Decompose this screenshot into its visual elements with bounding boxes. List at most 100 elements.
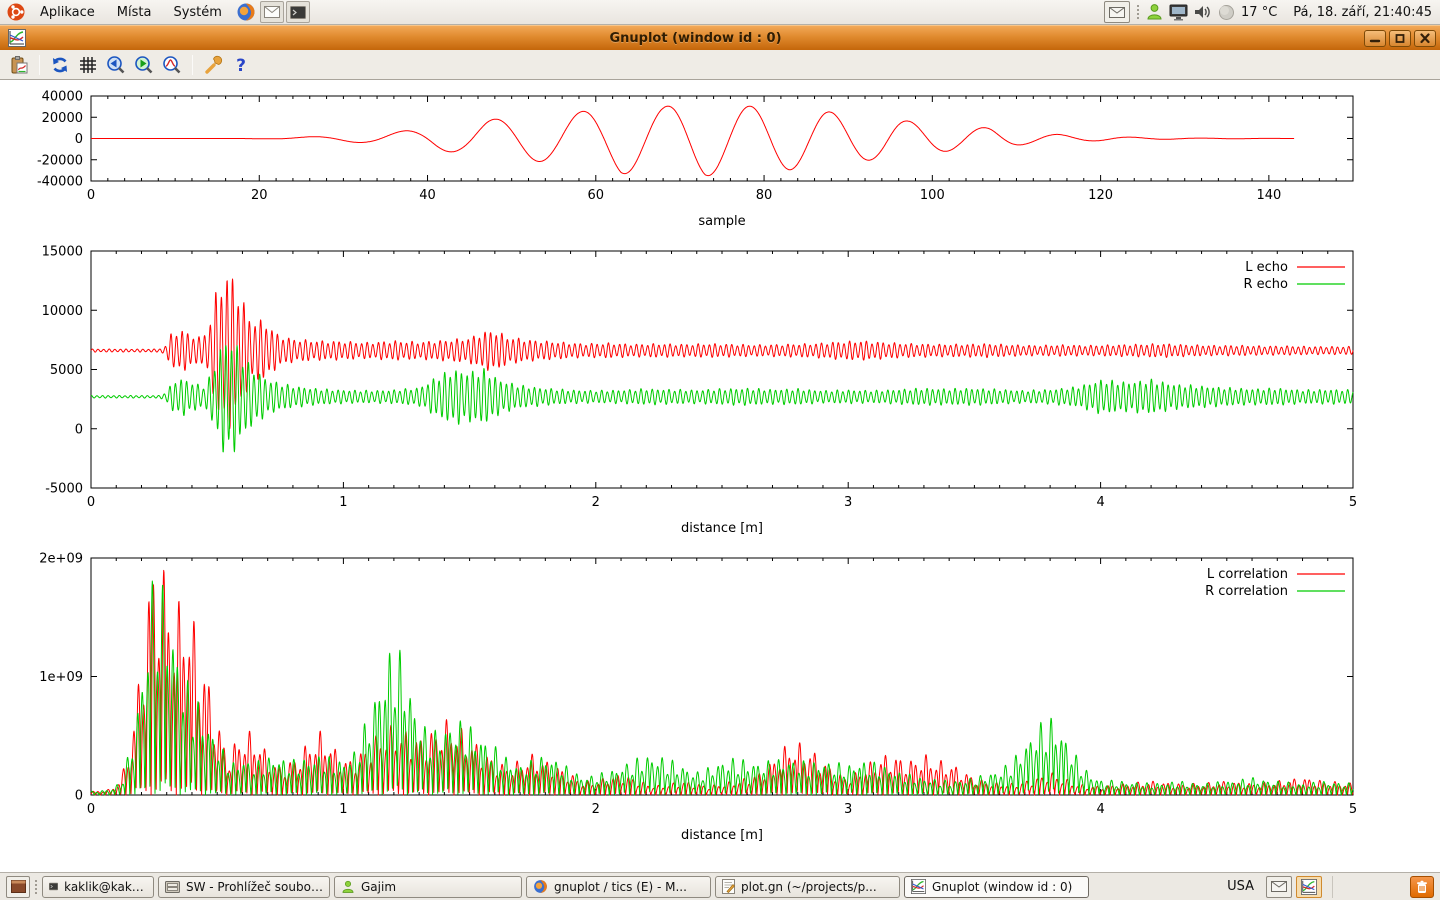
gnuplot-window-icon xyxy=(8,29,26,47)
svg-text:1: 1 xyxy=(339,802,347,817)
svg-text:0: 0 xyxy=(75,422,83,437)
svg-text:0: 0 xyxy=(75,132,83,147)
mail-launcher[interactable] xyxy=(260,1,284,23)
mail-notification-button[interactable] xyxy=(1266,876,1292,898)
taskbar-item-label: gnuplot / tics (E) - M... xyxy=(554,880,687,894)
svg-text:0: 0 xyxy=(87,802,95,817)
taskbar-item-label: kaklik@kaklik-kolej-u... xyxy=(64,880,147,894)
taskbar-item-firefox[interactable]: gnuplot / tics (E) - M... xyxy=(526,876,711,898)
svg-text:1e+09: 1e+09 xyxy=(39,670,83,685)
gnuplot-toolbar: ? xyxy=(0,50,1440,80)
chart-3: 01234501e+092e+09distance [m]L correlati… xyxy=(39,552,1357,844)
taskbar-item-label: SW - Prohlížeč souborů xyxy=(186,880,323,894)
minimize-button[interactable] xyxy=(1364,30,1386,47)
terminal-launcher[interactable] xyxy=(286,1,310,23)
taskbar-item-terminal[interactable]: kaklik@kaklik-kolej-u... xyxy=(42,876,154,898)
gnuplot-tray-button[interactable] xyxy=(1296,876,1322,898)
file-manager-icon xyxy=(165,881,180,893)
toolbar-separator xyxy=(192,55,193,75)
show-desktop-icon xyxy=(11,880,26,893)
clock-label[interactable]: Pá, 18. září, 21:40:45 xyxy=(1293,5,1432,20)
svg-text:2: 2 xyxy=(592,495,600,510)
mail-tray-button[interactable] xyxy=(1104,1,1130,23)
show-desktop-button[interactable] xyxy=(6,876,30,898)
series-signal xyxy=(91,106,1294,176)
weather-icon[interactable] xyxy=(1218,4,1235,21)
bottom-taskbar: kaklik@kaklik-kolej-u... SW - Prohlížeč … xyxy=(0,872,1440,900)
svg-text:15000: 15000 xyxy=(42,245,83,260)
display-icon[interactable] xyxy=(1169,4,1188,21)
svg-text:10000: 10000 xyxy=(42,304,83,319)
svg-text:2e+09: 2e+09 xyxy=(39,552,83,567)
firefox-icon xyxy=(236,2,256,22)
gnuplot-plots[interactable]: 020406080100120140-40000-200000200004000… xyxy=(0,80,1440,872)
svg-text:3: 3 xyxy=(844,802,852,817)
svg-text:80: 80 xyxy=(756,188,773,203)
window-list-handle[interactable] xyxy=(34,879,38,895)
menu-applications[interactable]: Aplikace xyxy=(30,3,105,22)
svg-text:?: ? xyxy=(236,56,246,75)
mail-envelope-icon xyxy=(1109,7,1125,18)
keyboard-layout-indicator[interactable]: USA xyxy=(1227,879,1254,894)
toggle-grid-button[interactable] xyxy=(75,53,101,77)
window-title: Gnuplot (window id : 0) xyxy=(30,31,1361,46)
series-L echo xyxy=(91,279,1353,429)
copy-to-clipboard-icon xyxy=(9,55,29,75)
taskbar-spacer xyxy=(1332,876,1402,898)
replot-icon xyxy=(50,55,70,75)
trash-applet[interactable] xyxy=(1410,876,1434,898)
next-zoom-icon xyxy=(134,55,154,75)
svg-text:5: 5 xyxy=(1349,802,1357,817)
svg-text:0: 0 xyxy=(87,495,95,510)
series-R correlation xyxy=(91,581,1353,795)
previous-zoom-button[interactable] xyxy=(103,53,129,77)
tray-handle[interactable] xyxy=(1136,4,1140,20)
taskbar-item-label: Gajim xyxy=(361,880,396,894)
mail-envelope-icon xyxy=(1271,881,1287,892)
gnuplot-plot-icon xyxy=(1301,879,1317,895)
svg-text:R echo: R echo xyxy=(1243,277,1288,292)
svg-text:4: 4 xyxy=(1096,495,1104,510)
svg-text:60: 60 xyxy=(588,188,605,203)
update-notifier-icon[interactable] xyxy=(1146,3,1163,21)
firefox-launcher[interactable] xyxy=(234,1,258,23)
top-panel: Aplikace Místa Systém xyxy=(0,0,1440,25)
close-button[interactable] xyxy=(1414,30,1436,47)
desktop: Aplikace Místa Systém xyxy=(0,0,1440,900)
taskbar-item-gnuplot[interactable]: Gnuplot (window id : 0) xyxy=(904,876,1089,898)
window-titlebar[interactable]: Gnuplot (window id : 0) xyxy=(0,25,1440,50)
svg-text:L echo: L echo xyxy=(1245,260,1288,275)
svg-text:1: 1 xyxy=(339,495,347,510)
svg-text:5: 5 xyxy=(1349,495,1357,510)
taskbar-item-gajim[interactable]: Gajim xyxy=(334,876,522,898)
wrench-icon xyxy=(203,55,223,75)
options-button[interactable] xyxy=(200,53,226,77)
svg-text:4: 4 xyxy=(1096,802,1104,817)
copy-to-clipboard-button[interactable] xyxy=(6,53,32,77)
plot-canvas[interactable]: 020406080100120140-40000-200000200004000… xyxy=(0,80,1440,872)
menu-places[interactable]: Místa xyxy=(107,3,162,22)
svg-text:40000: 40000 xyxy=(42,90,83,105)
menu-system[interactable]: Systém xyxy=(163,3,231,22)
toolbar-separator xyxy=(39,55,40,75)
taskbar-item-file-manager[interactable]: SW - Prohlížeč souborů xyxy=(158,876,330,898)
next-zoom-button[interactable] xyxy=(131,53,157,77)
gnuplot-icon xyxy=(911,879,926,894)
trash-icon xyxy=(1415,880,1429,894)
replot-button[interactable] xyxy=(47,53,73,77)
ubuntu-logo-icon xyxy=(6,2,26,22)
svg-text:20000: 20000 xyxy=(42,111,83,126)
previous-zoom-icon xyxy=(106,55,126,75)
ubuntu-menu-icon[interactable] xyxy=(4,1,28,23)
svg-text:distance [m]: distance [m] xyxy=(681,521,763,536)
autoscale-button[interactable] xyxy=(159,53,185,77)
text-editor-icon xyxy=(722,879,735,894)
taskbar-item-label: plot.gn (~/projects/p... xyxy=(741,880,877,894)
maximize-icon xyxy=(1394,33,1406,44)
help-button[interactable]: ? xyxy=(228,53,254,77)
maximize-button[interactable] xyxy=(1389,30,1411,47)
temperature-label: 17 °C xyxy=(1241,5,1277,20)
taskbar-item-text-editor[interactable]: plot.gn (~/projects/p... xyxy=(715,876,900,898)
volume-icon[interactable] xyxy=(1194,4,1212,20)
svg-text:0: 0 xyxy=(87,188,95,203)
